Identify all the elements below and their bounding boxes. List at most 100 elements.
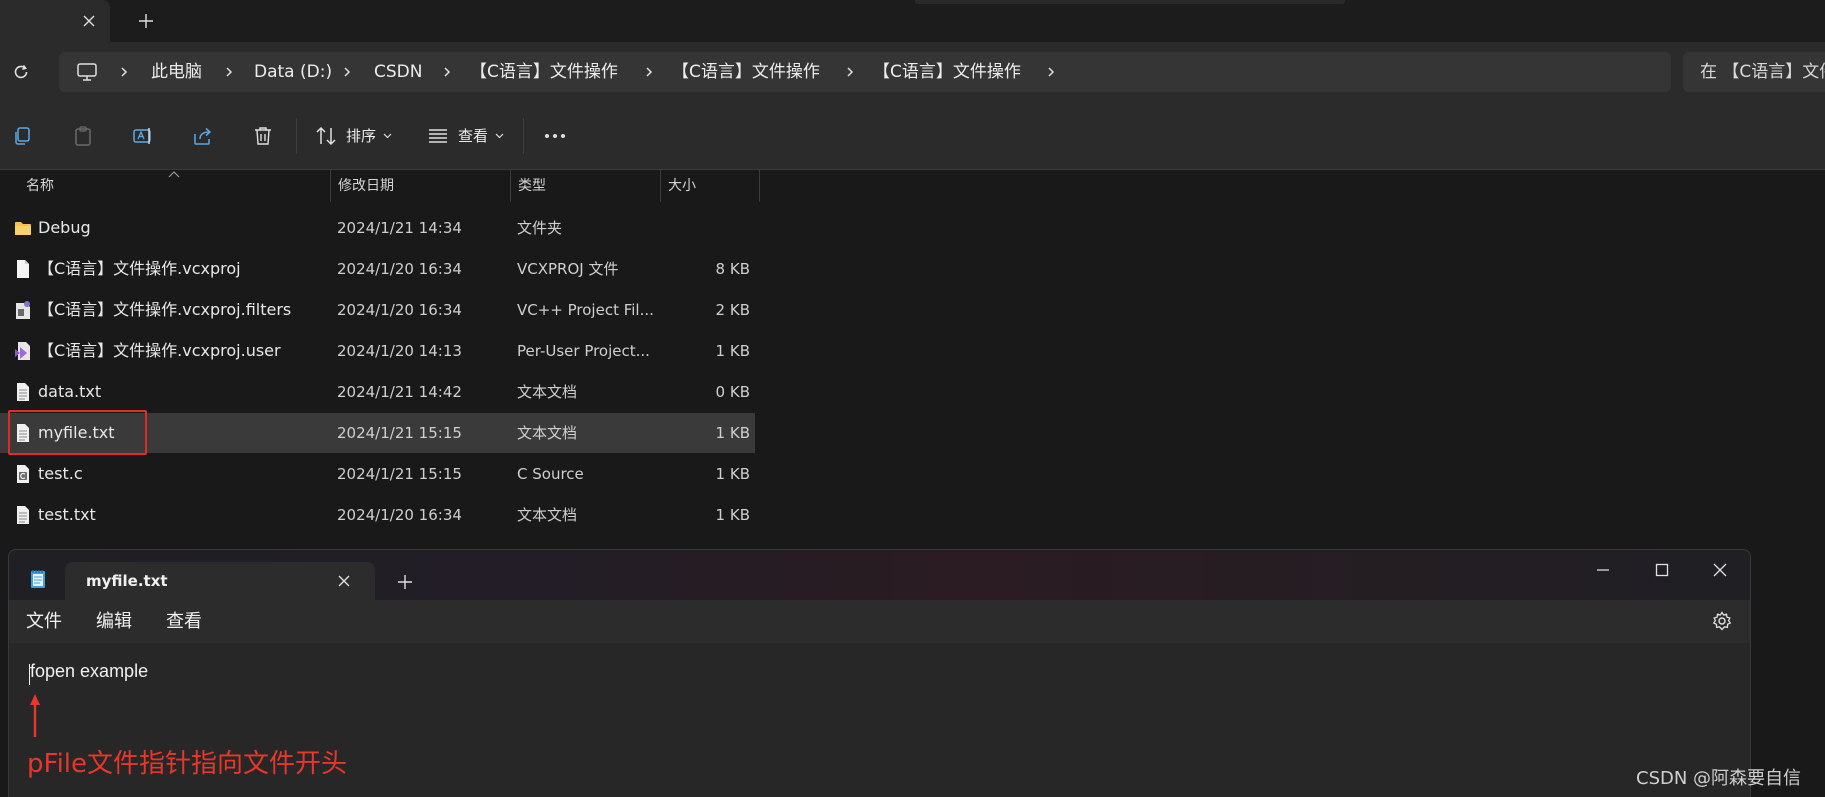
- gear-icon[interactable]: [1712, 611, 1732, 631]
- file-name: test.c: [38, 464, 83, 483]
- editor-content: fopen example: [30, 661, 149, 681]
- view-list-icon: [429, 129, 447, 143]
- explorer-tabstrip: [0, 0, 1825, 42]
- file-date: 2024/1/20 16:34: [337, 506, 462, 524]
- plus-icon[interactable]: [137, 12, 155, 30]
- command-separator: [296, 118, 297, 154]
- close-tab-icon[interactable]: [337, 574, 351, 588]
- notepad-tab-title: myfile.txt: [86, 572, 168, 590]
- c-source-icon: [17, 465, 29, 483]
- file-size: 2 KB: [715, 301, 750, 319]
- chevron-right-icon[interactable]: [223, 66, 235, 78]
- paste-icon[interactable]: [72, 125, 94, 147]
- column-header-date[interactable]: 修改日期: [330, 170, 510, 202]
- file-size: 8 KB: [715, 260, 750, 278]
- chevron-down-icon: [383, 133, 392, 139]
- file-size: 0 KB: [715, 383, 750, 401]
- delete-icon[interactable]: [252, 125, 274, 147]
- breadcrumb-folder-3[interactable]: 【C语言】文件操作: [873, 52, 1021, 92]
- breadcrumb-folder-2[interactable]: 【C语言】文件操作: [672, 52, 820, 92]
- chevron-right-icon[interactable]: [118, 66, 130, 78]
- file-type: 文本文档: [517, 383, 578, 401]
- file-date: 2024/1/20 14:13: [337, 342, 462, 360]
- breadcrumb-folder-1[interactable]: 【C语言】文件操作: [470, 52, 618, 92]
- file-name: 【C语言】文件操作.vcxproj.filters: [38, 300, 292, 319]
- column-divider[interactable]: [759, 170, 760, 202]
- rename-icon[interactable]: [132, 125, 154, 147]
- visual-studio-icon: [15, 342, 30, 360]
- address-bar[interactable]: 此电脑 Data (D:) CSDN 【C语言】文件操作 【C语言】文件操作 【…: [59, 52, 1671, 92]
- chevron-right-icon[interactable]: [441, 66, 453, 78]
- breadcrumb-drive-d[interactable]: Data (D:): [254, 52, 332, 92]
- chevron-right-icon[interactable]: [844, 66, 856, 78]
- file-date: 2024/1/21 15:15: [337, 465, 462, 483]
- notepad-editor[interactable]: fopen example pFile文件指针指向文件开头: [9, 643, 1750, 797]
- file-date: 2024/1/20 16:34: [337, 260, 462, 278]
- tabstrip-scroll-thumb: [915, 0, 1345, 4]
- file-date: 2024/1/20 16:34: [337, 301, 462, 319]
- command-separator: [523, 118, 524, 154]
- column-header-name[interactable]: 名称: [18, 170, 330, 202]
- file-size: 1 KB: [715, 465, 750, 483]
- notepad-menubar: 文件 编辑 查看: [9, 600, 1750, 643]
- search-placeholder: 在 【C语言】文件操作 中搜索: [1700, 62, 1825, 82]
- project-filters-icon: [16, 301, 30, 319]
- column-header-size[interactable]: 大小: [660, 170, 760, 202]
- watermark: CSDN @阿森要自信: [1636, 768, 1802, 789]
- file-type: 文件夹: [517, 219, 563, 237]
- file-row-debug[interactable]: Debug 2024/1/21 14:34 文件夹: [0, 208, 760, 248]
- text-file-icon: [17, 383, 29, 401]
- chevron-right-icon[interactable]: [643, 66, 655, 78]
- file-name: Debug: [38, 218, 91, 237]
- file-row-vcxproj[interactable]: 【C语言】文件操作.vcxproj 2024/1/20 16:34 VCXPRO…: [0, 249, 760, 289]
- file-type: Per-User Project...: [517, 342, 650, 360]
- notepad-titlebar[interactable]: myfile.txt: [9, 550, 1750, 600]
- file-type: 文本文档: [517, 506, 578, 524]
- file-row-data-txt[interactable]: data.txt 2024/1/21 14:42 文本文档 0 KB: [0, 372, 760, 412]
- refresh-icon[interactable]: [11, 62, 31, 82]
- file-row-vcxproj-user[interactable]: 【C语言】文件操作.vcxproj.user 2024/1/20 14:13 P…: [0, 331, 760, 371]
- chevron-right-icon[interactable]: [1045, 66, 1057, 78]
- file-name: 【C语言】文件操作.vcxproj.user: [38, 341, 281, 360]
- file-type: 文本文档: [517, 424, 578, 442]
- explorer-tab[interactable]: [0, 0, 110, 42]
- menu-edit[interactable]: 编辑: [96, 600, 132, 643]
- close-icon[interactable]: [80, 12, 98, 30]
- file-date: 2024/1/21 14:42: [337, 383, 462, 401]
- notepad-tab[interactable]: myfile.txt: [65, 562, 375, 600]
- address-row: 此电脑 Data (D:) CSDN 【C语言】文件操作 【C语言】文件操作 【…: [0, 42, 1825, 102]
- file-row-vcxproj-filters[interactable]: 【C语言】文件操作.vcxproj.filters 2024/1/20 16:3…: [0, 290, 760, 330]
- minimize-icon[interactable]: [1595, 562, 1611, 578]
- command-bar: 排序 查看: [0, 102, 1825, 170]
- file-date: 2024/1/21 14:34: [337, 219, 462, 237]
- sort-button[interactable]: 排序: [315, 102, 395, 170]
- share-icon[interactable]: [192, 125, 214, 147]
- computer-icon[interactable]: [76, 62, 98, 82]
- arrow-up-icon: [30, 694, 40, 737]
- file-type: VC++ Project Fil...: [517, 301, 654, 319]
- view-button[interactable]: 查看: [427, 102, 507, 170]
- notepad-window: myfile.txt 文件 编辑 查看 fopen example pFile文…: [8, 549, 1751, 797]
- file-type: VCXPROJ 文件: [517, 260, 619, 278]
- highlight-box: [8, 410, 147, 455]
- chevron-right-icon[interactable]: [341, 66, 353, 78]
- text-file-icon: [17, 506, 29, 524]
- file-row-test-c[interactable]: test.c 2024/1/21 15:15 C Source 1 KB: [0, 454, 760, 494]
- menu-view[interactable]: 查看: [166, 600, 202, 643]
- more-icon[interactable]: [543, 129, 567, 143]
- close-icon[interactable]: [1712, 562, 1728, 578]
- copy-icon[interactable]: [12, 125, 34, 147]
- notepad-icon: [31, 570, 45, 588]
- file-row-test-txt[interactable]: test.txt 2024/1/20 16:34 文本文档 1 KB: [0, 495, 760, 535]
- column-header-type[interactable]: 类型: [510, 170, 660, 202]
- breadcrumb-this-pc[interactable]: 此电脑: [151, 52, 202, 92]
- annotation-text: pFile文件指针指向文件开头: [27, 749, 348, 779]
- breadcrumb-csdn[interactable]: CSDN: [374, 52, 422, 92]
- menu-file[interactable]: 文件: [26, 600, 62, 643]
- plus-icon[interactable]: [397, 574, 413, 590]
- file-name: 【C语言】文件操作.vcxproj: [38, 259, 241, 278]
- search-box[interactable]: 在 【C语言】文件操作 中搜索: [1683, 52, 1825, 92]
- chevron-down-icon: [495, 133, 504, 139]
- file-size: 1 KB: [715, 506, 750, 524]
- maximize-icon[interactable]: [1654, 562, 1670, 578]
